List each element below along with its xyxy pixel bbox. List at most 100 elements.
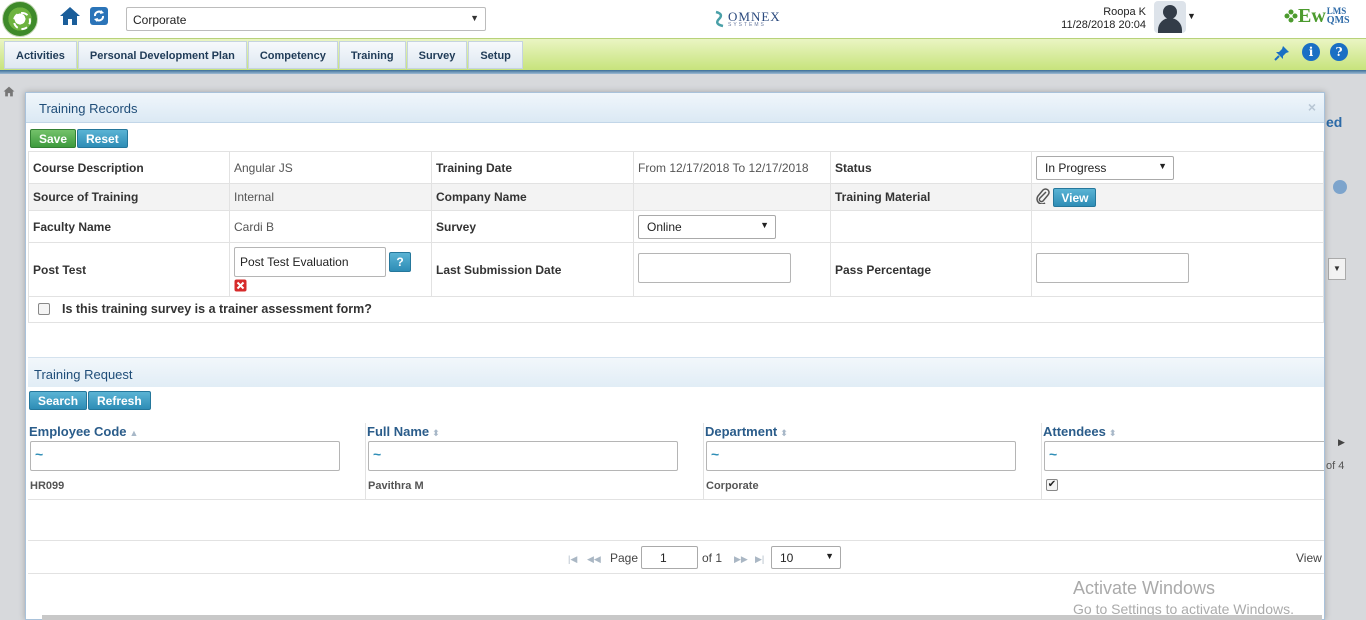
- training-material-cell: View: [1031, 183, 1324, 211]
- app-logo-icon[interactable]: [2, 1, 38, 37]
- sort-icon: ⬍: [780, 428, 788, 438]
- training-request-header: Training Request: [28, 357, 1324, 387]
- company-select-value: Corporate: [133, 13, 187, 27]
- info-icon[interactable]: i: [1302, 43, 1320, 61]
- nav-item-setup[interactable]: Setup: [468, 41, 523, 69]
- ewqms-logo: Ew LMS QMS: [1284, 3, 1350, 29]
- survey-label: Survey: [431, 210, 634, 243]
- last-submission-date-label: Last Submission Date: [431, 242, 634, 297]
- filter-employee-code-input[interactable]: ~: [30, 441, 340, 471]
- sort-icon: ⬍: [432, 428, 440, 438]
- remove-post-test-icon[interactable]: [234, 279, 247, 295]
- omnex-brand-text: OMNEX: [728, 8, 781, 24]
- status-label: Status: [830, 151, 1032, 184]
- nav-item-activities[interactable]: Activities: [4, 41, 77, 69]
- page-count-label: of 1: [702, 551, 723, 565]
- background-collapse-icon: [1333, 180, 1347, 194]
- nav-item-survey[interactable]: Survey: [406, 41, 468, 69]
- page-size-value: 10: [780, 551, 794, 565]
- column-header-department[interactable]: Department ⬍: [705, 424, 788, 439]
- status-select[interactable]: In Progress ▼: [1036, 155, 1174, 180]
- post-test-input[interactable]: Post Test Evaluation: [234, 246, 386, 277]
- table-row[interactable]: [28, 473, 1324, 500]
- survey-cell: Online ▼: [633, 210, 831, 243]
- watermark-line-1: Activate Windows: [1073, 578, 1216, 598]
- company-select[interactable]: Corporate ▼: [126, 7, 486, 31]
- pass-percentage-input[interactable]: [1036, 253, 1189, 283]
- reset-button[interactable]: Reset: [77, 129, 128, 148]
- post-test-cell: Post Test Evaluation ?: [229, 242, 432, 297]
- pin-icon[interactable]: [1272, 43, 1292, 63]
- background-heading-fragment: ed: [1326, 114, 1343, 130]
- prev-page-icon[interactable]: ◀◀: [587, 554, 601, 565]
- survey-select[interactable]: Online ▼: [638, 214, 776, 239]
- training-records-dialog: Training Records × Save Reset Course Des…: [25, 92, 1325, 620]
- dialog-header: Training Records ×: [26, 93, 1324, 123]
- page-label: Page: [610, 551, 639, 565]
- home-icon[interactable]: [58, 4, 82, 28]
- trainer-assessment-checkbox[interactable]: [38, 302, 50, 315]
- first-page-icon[interactable]: |◀: [568, 554, 577, 565]
- search-button[interactable]: Search: [29, 391, 88, 410]
- refresh-icon[interactable]: [87, 4, 111, 28]
- refresh-button[interactable]: Refresh: [88, 391, 151, 410]
- page-size-select[interactable]: 10 ▼: [771, 546, 841, 569]
- user-avatar[interactable]: [1154, 1, 1186, 33]
- close-icon[interactable]: ×: [1308, 99, 1316, 115]
- trainer-assessment-label: Is this training survey is a trainer ass…: [62, 301, 372, 316]
- training-date-label: Training Date: [431, 151, 634, 184]
- grid-pager: |◀ ◀◀ Page 1 of 1 ▶▶ ▶| 10 ▼ View: [28, 540, 1324, 574]
- status-cell: In Progress ▼: [1031, 151, 1324, 184]
- faculty-name-label: Faculty Name: [28, 210, 230, 243]
- faculty-name-value: Cardi B: [229, 210, 432, 243]
- help-icon[interactable]: ?: [1330, 43, 1348, 61]
- page-number-input[interactable]: 1: [641, 546, 698, 569]
- activate-windows-watermark: Activate Windows Go to Settings to activ…: [1073, 578, 1294, 617]
- ewqms-qms-text: QMS: [1326, 15, 1350, 26]
- post-test-help-button[interactable]: ?: [389, 251, 411, 272]
- last-submission-date-cell: [633, 242, 831, 297]
- last-page-icon[interactable]: ▶|: [755, 554, 764, 565]
- nav-item-personal-development-plan[interactable]: Personal Development Plan: [77, 41, 247, 69]
- chevron-down-icon: ▼: [760, 219, 769, 230]
- full-name-cell: Pavithra M: [368, 480, 424, 492]
- column-header-label: Full Name: [367, 424, 430, 439]
- employee-code-cell: HR099: [30, 480, 65, 492]
- current-datetime: 11/28/2018 20:04: [1061, 19, 1146, 31]
- sort-icon: ⬍: [1108, 428, 1117, 438]
- trainer-assessment-row: Is this training survey is a trainer ass…: [28, 296, 1324, 323]
- filter-department-input[interactable]: ~: [706, 441, 1016, 471]
- last-submission-date-input[interactable]: [638, 253, 791, 283]
- nav-item-training[interactable]: Training: [338, 41, 406, 69]
- background-pager-text: of 4: [1326, 460, 1345, 472]
- view-material-button[interactable]: View: [1053, 187, 1097, 207]
- column-header-attendees[interactable]: Attendees ⬍: [1043, 424, 1116, 439]
- pass-percentage-cell: [1031, 242, 1324, 297]
- view-records-label: View: [1296, 551, 1322, 565]
- column-header-employee-code[interactable]: Employee Code ▲: [29, 424, 138, 439]
- sort-icon: ▲: [129, 428, 139, 438]
- chevron-down-icon: ▼: [470, 13, 479, 23]
- omnex-logo-icon: [715, 10, 724, 28]
- next-page-icon[interactable]: ▶▶: [734, 554, 748, 565]
- filter-full-name-input[interactable]: ~: [368, 441, 678, 471]
- user-info: Roopa K 11/28/2018 20:04: [1060, 6, 1146, 32]
- attendee-checkbox[interactable]: ✔: [1046, 479, 1058, 491]
- column-header-full-name[interactable]: Full Name ⬍: [367, 424, 440, 439]
- chevron-down-icon: ▼: [1158, 160, 1167, 171]
- post-test-label: Post Test: [28, 242, 230, 297]
- attachment-icon[interactable]: [1036, 187, 1050, 207]
- save-button[interactable]: Save: [30, 129, 77, 148]
- column-header-label: Department: [705, 424, 778, 439]
- horizontal-scrollbar[interactable]: [42, 615, 1322, 620]
- filter-attendees-input[interactable]: ~: [1044, 441, 1324, 471]
- main-nav: Activities Personal Development Plan Com…: [0, 38, 1366, 74]
- company-name-value: [633, 183, 831, 211]
- survey-select-value: Online: [647, 219, 682, 234]
- company-name-label: Company Name: [431, 183, 634, 211]
- nav-item-competency[interactable]: Competency: [247, 41, 338, 69]
- user-name: Roopa K: [1103, 6, 1146, 18]
- user-menu-caret-icon[interactable]: ▼: [1187, 11, 1196, 21]
- training-material-label: Training Material: [830, 183, 1032, 211]
- dialog-title: Training Records: [39, 101, 138, 116]
